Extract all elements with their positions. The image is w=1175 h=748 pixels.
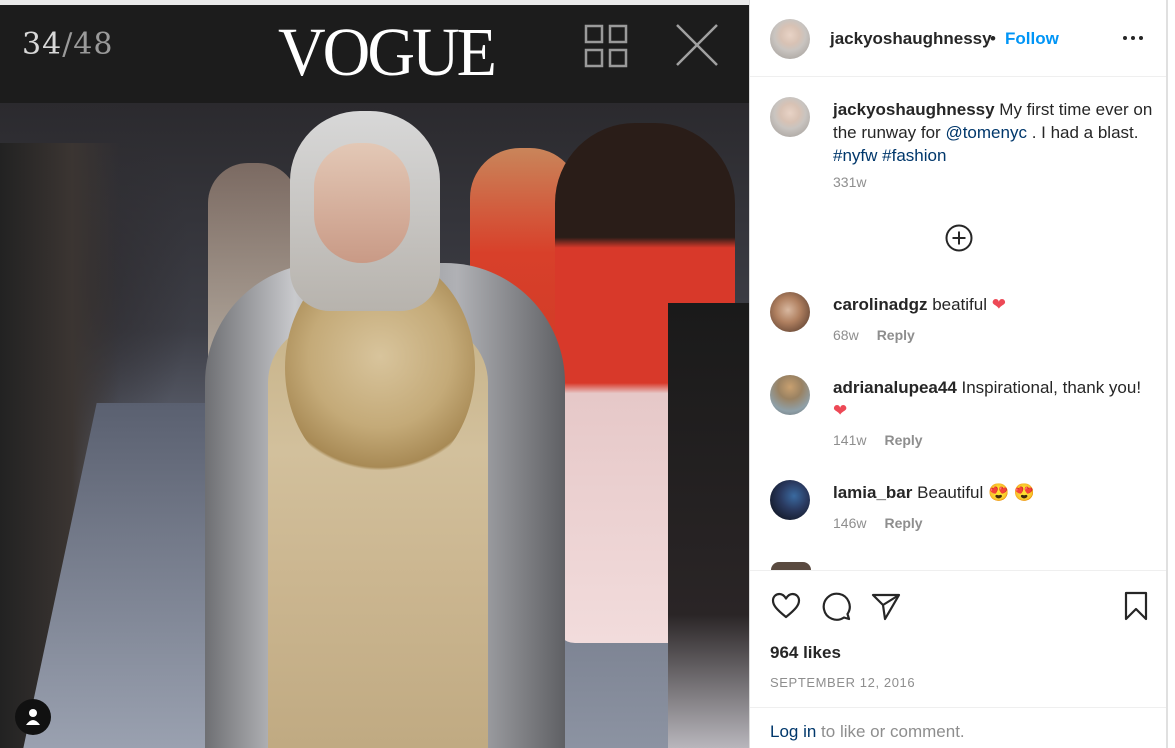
comment-username[interactable]: adrianalupea44 [833,378,957,397]
comment-time: 68w [833,327,859,343]
share-icon[interactable] [870,590,902,622]
heart-emoji-icon: ❤ [991,295,1006,314]
divider [750,707,1167,708]
comment-item: carolinadgz beatiful ❤ [833,293,1155,316]
comment-meta: 141w Reply [833,432,923,448]
close-icon[interactable] [674,22,720,68]
commenter-avatar[interactable] [770,480,810,520]
reply-button[interactable]: Reply [884,432,922,448]
counter-total: 48 [73,27,114,62]
author-username[interactable]: jackyoshaughnessy [830,29,992,49]
bookmark-icon[interactable] [1120,590,1152,622]
comment-icon[interactable] [820,590,852,622]
heart-icon[interactable] [770,590,802,622]
user-icon[interactable] [15,699,51,735]
post-caption: jackyoshaughnessy My first time ever on … [833,98,1153,167]
comment-item: lamia_bar Beautiful 😍 😍 [833,481,1155,504]
comment-username[interactable]: lamia_bar [833,483,912,502]
next-commenter-avatar [771,562,811,570]
commenter-avatar[interactable] [770,375,810,415]
slide-counter: 34/48 [22,27,113,62]
login-link[interactable]: Log in [770,722,816,741]
hashtag-fashion[interactable]: #fashion [882,146,946,165]
page: 34/48 VOGUE jackyoshaughnessy • Follow j… [0,0,1175,748]
caption-mention[interactable]: @tomenyc [945,123,1027,142]
hashtag-nyfw[interactable]: #nyfw [833,146,877,165]
reply-button[interactable]: Reply [877,327,915,343]
login-prompt: Log in to like or comment. [770,722,965,742]
gallery-viewer: 34/48 VOGUE [0,0,749,748]
counter-slash: / [62,27,74,62]
gallery-header: 34/48 VOGUE [0,5,749,103]
vogue-logo[interactable]: VOGUE [278,13,497,93]
author-avatar[interactable] [770,19,810,59]
comment-text: Beautiful [912,483,988,502]
follow-button[interactable]: Follow [1005,29,1059,49]
plus-circle-icon[interactable] [945,224,973,252]
comment-username[interactable]: carolinadgz [833,295,927,314]
comment-meta: 146w Reply [833,515,923,531]
header-dot: • [990,29,996,48]
post-panel: jackyoshaughnessy • Follow jackyoshaughn… [749,0,1175,748]
heart-eyes-emoji-icon: 😍 😍 [988,483,1036,502]
divider [750,570,1167,571]
caption-time: 331w [833,174,867,190]
counter-current: 34 [22,27,63,62]
comment-text: beatiful [927,295,992,314]
reply-button[interactable]: Reply [884,515,922,531]
more-icon[interactable] [1121,28,1145,48]
heart-emoji-icon: ❤ [833,401,848,420]
commenter-avatar[interactable] [770,292,810,332]
grid-icon[interactable] [584,24,628,68]
caption-avatar[interactable] [770,97,810,137]
caption-username[interactable]: jackyoshaughnessy [833,100,995,119]
comment-meta: 68w Reply [833,327,915,343]
model-face [314,143,410,263]
comment-time: 141w [833,432,867,448]
runway-photo [0,103,749,748]
background-model-4 [668,303,749,748]
comment-item: adrianalupea44 Inspirational, thank you!… [833,376,1155,422]
comment-text: Inspirational, thank you! [956,378,1142,397]
post-header: jackyoshaughnessy • Follow [750,0,1167,77]
caption-text-2: . I had a blast. [1026,123,1139,142]
likes-count[interactable]: 964 likes [770,643,841,663]
action-bar [750,586,1167,626]
comment-time: 146w [833,515,867,531]
post-date: SEPTEMBER 12, 2016 [770,675,916,690]
window-edge [1166,0,1168,748]
login-text: to like or comment. [816,722,965,741]
